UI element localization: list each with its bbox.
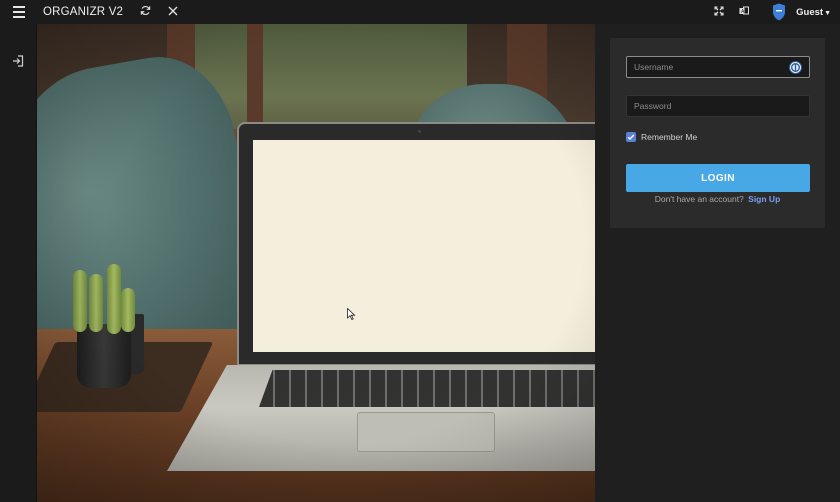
- signup-link[interactable]: Sign Up: [748, 194, 780, 204]
- fullscreen-icon[interactable]: [712, 5, 726, 19]
- login-card: Remember Me LOGIN Don't have an account?…: [610, 38, 825, 228]
- refresh-icon[interactable]: [139, 5, 151, 19]
- language-icon[interactable]: A: [737, 6, 751, 19]
- remember-me[interactable]: Remember Me: [626, 132, 697, 142]
- caret-down-icon: ▼: [824, 9, 831, 17]
- sign-in-icon[interactable]: [12, 55, 24, 67]
- user-name: Guest: [796, 6, 824, 18]
- top-bar: ORGANIZR V2 A Guest▼: [0, 0, 840, 24]
- password-manager-icon[interactable]: [789, 61, 802, 74]
- password-input[interactable]: [626, 95, 810, 117]
- signup-prompt-text: Don't have an account?: [654, 194, 744, 204]
- mouse-cursor-icon: [347, 308, 356, 320]
- sidebar: [0, 24, 37, 502]
- shield-avatar-icon[interactable]: [772, 3, 786, 21]
- background-image: [37, 24, 595, 502]
- app-title: ORGANIZR V2: [43, 6, 124, 18]
- remember-me-label: Remember Me: [641, 132, 698, 142]
- remember-me-checkbox[interactable]: [626, 132, 636, 142]
- login-button[interactable]: LOGIN: [626, 164, 810, 192]
- close-icon[interactable]: [167, 6, 179, 19]
- user-menu[interactable]: Guest▼: [796, 7, 831, 18]
- menu-icon[interactable]: [0, 0, 37, 24]
- signup-prompt: Don't have an account? Sign Up: [610, 194, 825, 204]
- username-input[interactable]: [626, 56, 810, 78]
- check-icon: [627, 134, 635, 141]
